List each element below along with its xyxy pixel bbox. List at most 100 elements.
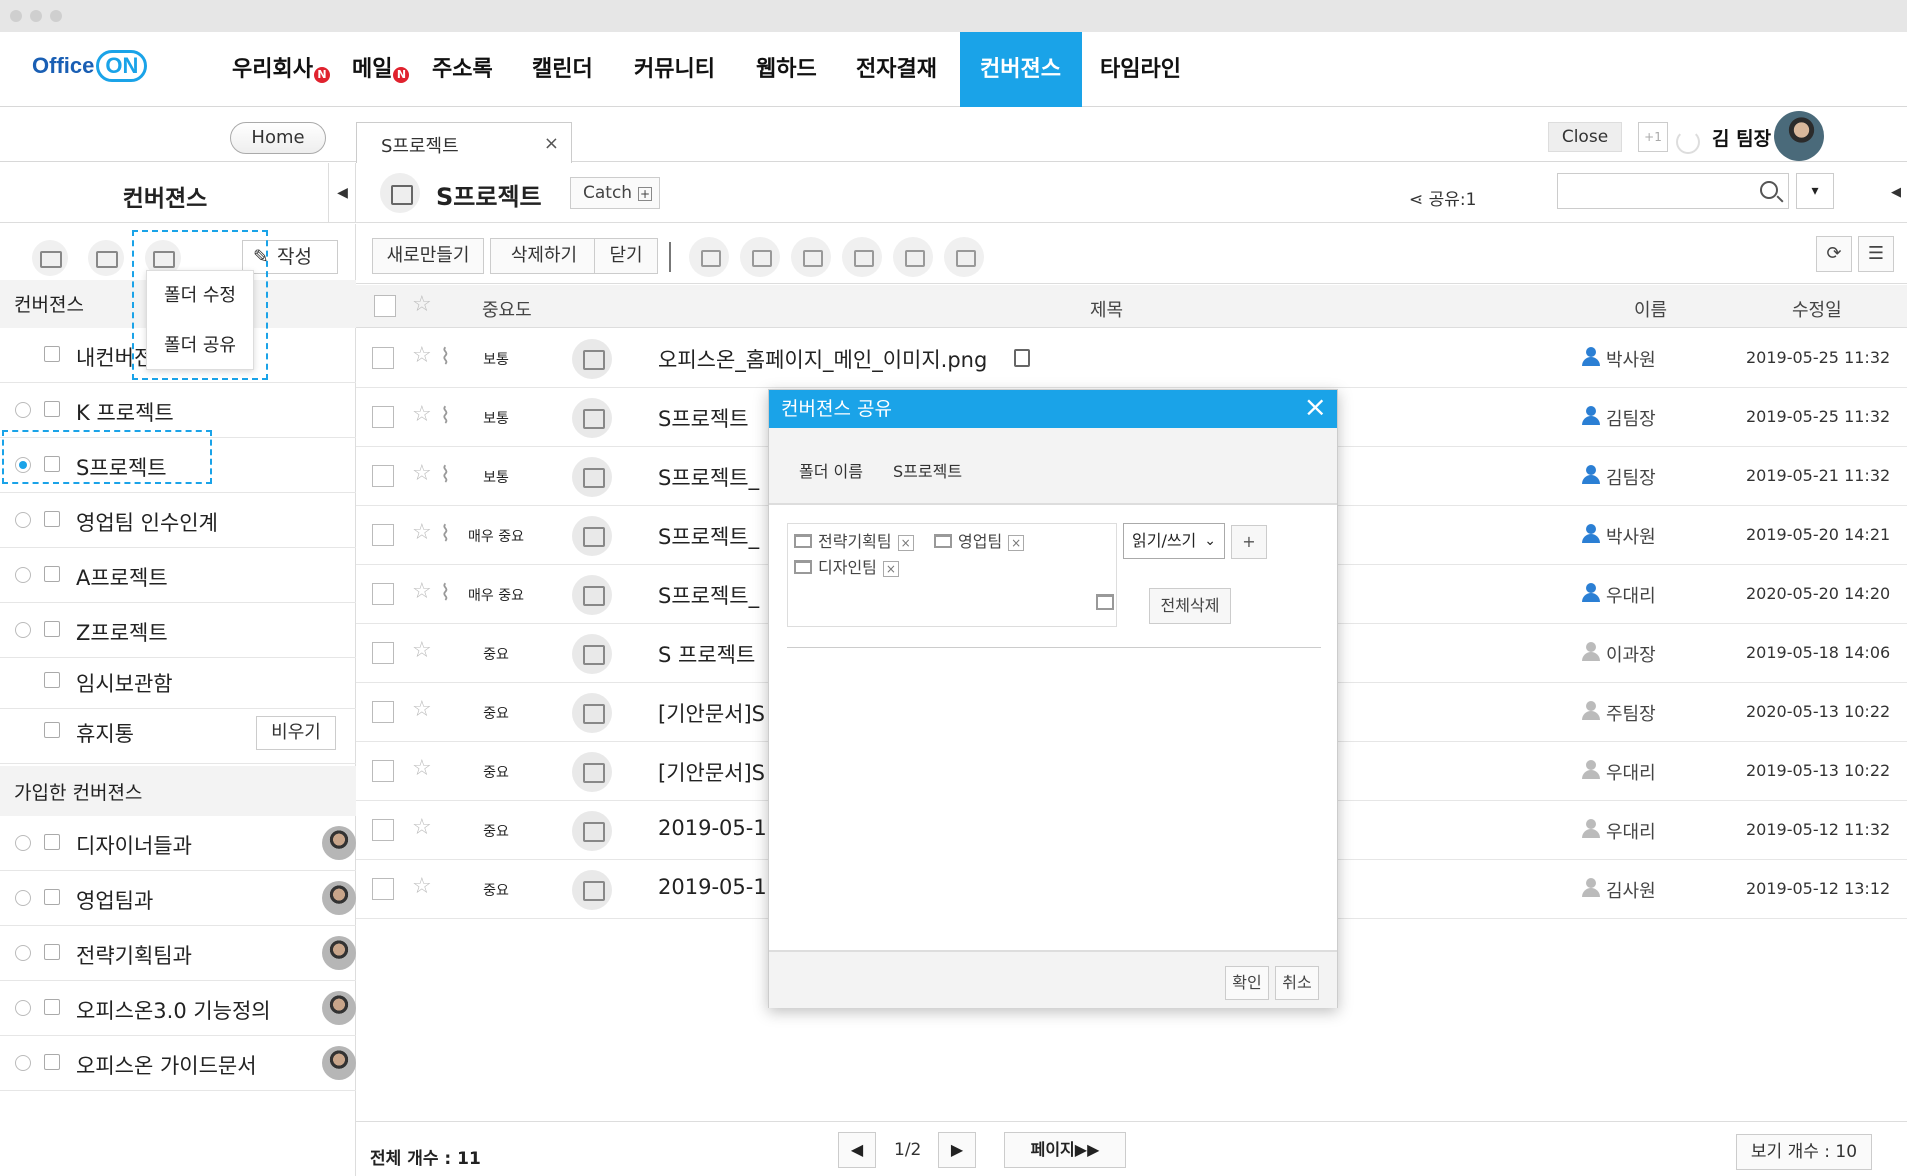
chat-icon[interactable] — [842, 237, 882, 277]
radio-button[interactable] — [15, 622, 31, 638]
select-all-checkbox[interactable] — [374, 295, 396, 317]
menu-icon[interactable]: ☰ — [1858, 236, 1894, 272]
confirm-button[interactable]: 확인 — [1225, 966, 1269, 1000]
plus-one-button[interactable]: +1 — [1638, 122, 1668, 152]
radio-button[interactable] — [15, 512, 31, 528]
remove-icon[interactable]: × — [1008, 535, 1025, 551]
row-title[interactable]: [기안문서]S — [658, 698, 765, 728]
collapse-left-icon[interactable]: ◀ — [328, 163, 356, 223]
tab-s-project[interactable]: S프로젝트 × — [356, 122, 572, 163]
row-title[interactable]: 오피스온_홈페이지_메인_이미지.png — [658, 344, 987, 374]
close-icon[interactable]: × — [544, 133, 559, 154]
row-checkbox[interactable] — [372, 642, 394, 664]
radio-button[interactable] — [15, 567, 31, 583]
star-icon[interactable]: ☆ — [412, 579, 432, 604]
catch-button[interactable]: Catch + — [570, 177, 660, 209]
star-icon[interactable]: ☆ — [412, 815, 432, 840]
search-options-dropdown[interactable]: ▾ — [1796, 173, 1834, 209]
row-title[interactable]: S 프로젝트 — [658, 639, 755, 669]
avatar[interactable] — [1774, 111, 1824, 161]
menu-item-edit-folder[interactable]: 폴더 수정 — [147, 271, 253, 321]
remove-icon[interactable]: × — [897, 535, 914, 551]
row-checkbox[interactable] — [372, 406, 394, 428]
save-icon[interactable] — [893, 237, 933, 277]
copy-icon[interactable] — [1014, 349, 1030, 367]
new-button[interactable]: 새로만들기 — [372, 238, 484, 274]
close-icon[interactable]: × — [1304, 390, 1327, 424]
star-icon[interactable]: ☆ — [412, 402, 432, 427]
row-checkbox[interactable] — [372, 760, 394, 782]
close-all-button[interactable]: Close — [1548, 122, 1622, 152]
empty-trash-button[interactable]: 비우기 — [256, 716, 336, 750]
officeon-logo[interactable]: Office ON — [32, 50, 148, 82]
column-title[interactable]: 제목 — [1090, 296, 1123, 322]
table-row[interactable]: ☆ ⌇ 보통 오피스온_홈페이지_메인_이미지.png 박사원 2019-05-25 11… — [356, 329, 1907, 388]
nav-item-calendar[interactable]: 캘린더 — [512, 32, 613, 107]
star-icon[interactable]: ☆ — [412, 292, 432, 317]
column-importance[interactable]: 중요도 — [482, 296, 532, 322]
row-title[interactable]: 2019-05-13 — [658, 816, 780, 840]
row-checkbox[interactable] — [372, 701, 394, 723]
radio-button[interactable] — [15, 890, 31, 906]
nav-item-convergence[interactable]: 컨버젼스 — [960, 32, 1082, 107]
sign-icon[interactable] — [944, 237, 984, 277]
remove-icon[interactable]: × — [882, 561, 899, 577]
row-title[interactable]: S프로젝트_ — [658, 580, 759, 610]
prev-page-button[interactable]: ◀ — [838, 1132, 876, 1168]
sidebar-item-joined-designers[interactable]: 디자이너들과 — [0, 816, 356, 871]
delete-button[interactable]: 삭제하기 — [490, 238, 598, 274]
star-icon[interactable]: ☆ — [412, 874, 432, 899]
add-folder-icon[interactable] — [32, 240, 68, 276]
next-page-button[interactable]: ▶ — [938, 1132, 976, 1168]
calendar-icon[interactable] — [791, 237, 831, 277]
refresh-icon[interactable]: ⟳ — [1816, 236, 1852, 272]
radio-button[interactable] — [15, 945, 31, 961]
home-button[interactable]: Home — [230, 122, 326, 154]
row-title[interactable]: S프로젝트_ — [658, 462, 759, 492]
row-title[interactable]: S프로젝트_ — [658, 521, 759, 551]
star-icon[interactable]: ☆ — [412, 756, 432, 781]
row-checkbox[interactable] — [372, 465, 394, 487]
sidebar-item-z-project[interactable]: Z프로젝트 — [0, 603, 356, 658]
close-button[interactable]: 닫기 — [594, 238, 658, 274]
user-name[interactable]: 김 팀장 — [1712, 124, 1771, 151]
row-checkbox[interactable] — [372, 878, 394, 900]
radio-button[interactable] — [15, 402, 31, 418]
star-icon[interactable]: ☆ — [412, 697, 432, 722]
nav-item-company[interactable]: 우리회사 N — [212, 32, 350, 107]
row-title[interactable]: 2019-05-12 — [658, 875, 780, 899]
star-icon[interactable]: ☆ — [412, 520, 432, 545]
org-chart-icon[interactable] — [1096, 594, 1114, 610]
delete-all-button[interactable]: 전체삭제 — [1149, 588, 1231, 624]
sidebar-item-a-project[interactable]: A프로젝트 — [0, 548, 356, 603]
row-title[interactable]: [기안문서]S — [658, 757, 765, 787]
search-icon[interactable] — [1760, 181, 1778, 199]
collapse-right-icon[interactable]: ◀ — [1891, 163, 1907, 223]
remove-folder-icon[interactable] — [88, 240, 124, 276]
permission-select[interactable]: 읽기/쓰기 ⌄ — [1123, 523, 1225, 559]
sidebar-item-joined-guide[interactable]: 오피스온 가이드문서 — [0, 1036, 356, 1091]
share-count[interactable]: ⋖ 공유:1 — [1409, 185, 1476, 210]
row-checkbox[interactable] — [372, 819, 394, 841]
star-icon[interactable]: ☆ — [412, 638, 432, 663]
radio-button[interactable] — [15, 1055, 31, 1071]
mail-icon[interactable] — [689, 237, 729, 277]
nav-item-timeline[interactable]: 타임라인 — [1080, 32, 1201, 107]
column-name[interactable]: 이름 — [1634, 296, 1667, 322]
radio-button[interactable] — [15, 1000, 31, 1016]
nav-item-community[interactable]: 커뮤니티 — [614, 32, 735, 107]
page-jump-button[interactable]: 페이지▶▶ — [1004, 1132, 1126, 1168]
sidebar-item-drafts[interactable]: 임시보관함 — [0, 654, 356, 709]
sidebar-item-sales-handover[interactable]: 영업팀 인수인계 — [0, 493, 356, 548]
row-title[interactable]: S프로젝트 — [658, 403, 749, 433]
user-icon[interactable] — [740, 237, 780, 277]
radio-button[interactable] — [15, 835, 31, 851]
sidebar-item-joined-sales[interactable]: 영업팀과 — [0, 871, 356, 926]
nav-item-contacts[interactable]: 주소록 — [412, 32, 513, 107]
search-input[interactable] — [1557, 173, 1789, 209]
star-icon[interactable]: ☆ — [412, 461, 432, 486]
row-checkbox[interactable] — [372, 524, 394, 546]
row-checkbox[interactable] — [372, 347, 394, 369]
star-icon[interactable]: ☆ — [412, 343, 432, 368]
nav-item-approval[interactable]: 전자결재 — [836, 32, 957, 107]
